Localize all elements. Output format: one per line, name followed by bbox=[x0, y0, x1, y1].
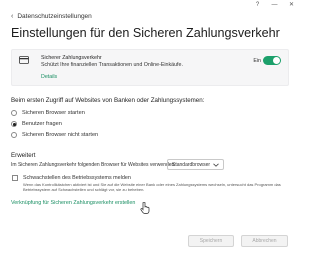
hand-cursor-icon bbox=[140, 202, 150, 214]
back-link-label: Datenschutzeinstellungen bbox=[17, 13, 92, 20]
advanced-heading: Erweitert bbox=[11, 152, 36, 159]
close-button[interactable]: ✕ bbox=[283, 0, 300, 10]
browser-select-value: Standardbrowser bbox=[172, 161, 211, 168]
window-controls: ? — ✕ bbox=[249, 0, 300, 10]
browser-select-label: Im Sicheren Zahlungsverkehr folgenden Br… bbox=[11, 162, 176, 168]
radio-button[interactable] bbox=[11, 110, 17, 116]
settings-window: ? — ✕ ‹ Datenschutzeinstellungen Einstel… bbox=[0, 0, 300, 254]
create-shortcut-link[interactable]: Verknüpfung für Sicheren Zahlungsverkehr… bbox=[11, 200, 135, 206]
radio-label: Benutzer fragen bbox=[22, 121, 62, 127]
details-link[interactable]: Details bbox=[41, 74, 57, 80]
vulnerability-checkbox[interactable] bbox=[12, 175, 18, 181]
radio-button[interactable] bbox=[11, 132, 17, 138]
radio-label: Sicheren Browser nicht starten bbox=[22, 132, 99, 138]
chevron-down-icon bbox=[213, 163, 219, 167]
safe-money-toggle[interactable] bbox=[263, 56, 281, 65]
back-link[interactable]: ‹ Datenschutzeinstellungen bbox=[11, 13, 92, 20]
minimize-button[interactable]: — bbox=[266, 0, 283, 10]
radio-ask-user[interactable]: Benutzer fragen bbox=[11, 121, 62, 127]
chevron-left-icon: ‹ bbox=[11, 13, 14, 20]
save-button[interactable]: Speichern bbox=[188, 235, 234, 247]
first-access-heading: Beim ersten Zugriff auf Websites von Ban… bbox=[11, 97, 205, 104]
radio-button-selected[interactable] bbox=[11, 121, 17, 127]
card-title: Sicherer Zahlungsverkehr bbox=[41, 55, 102, 61]
vulnerability-checkbox-label: Schwachstellen des Betriebssystems melde… bbox=[23, 175, 131, 181]
radio-start-browser[interactable]: Sicheren Browser starten bbox=[11, 110, 85, 116]
card-subtitle: Schützt Ihre finanziellen Transaktionen … bbox=[41, 62, 183, 68]
vulnerability-note: Wenn das Kontrollkästchen aktiviert ist … bbox=[23, 182, 281, 192]
toggle-label: Ein bbox=[253, 58, 261, 64]
card-icon bbox=[19, 56, 29, 64]
safe-money-card: Sicherer Zahlungsverkehr Schützt Ihre fi… bbox=[11, 49, 289, 86]
cancel-button[interactable]: Abbrechen bbox=[241, 235, 288, 247]
page-title: Einstellungen für den Sicheren Zahlungsv… bbox=[11, 26, 280, 40]
radio-label: Sicheren Browser starten bbox=[22, 110, 85, 116]
browser-select[interactable]: Standardbrowser bbox=[167, 159, 224, 170]
radio-do-not-start[interactable]: Sicheren Browser nicht starten bbox=[11, 132, 98, 138]
help-button[interactable]: ? bbox=[249, 0, 266, 10]
